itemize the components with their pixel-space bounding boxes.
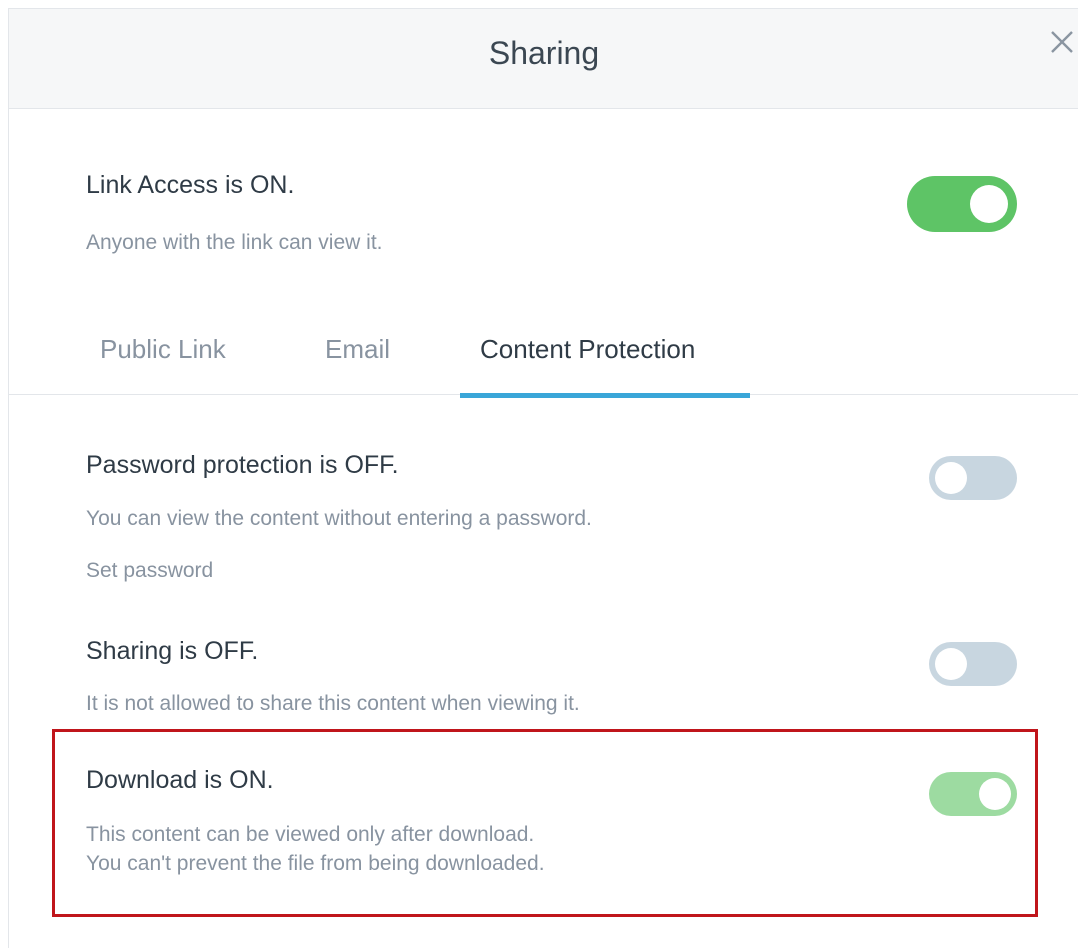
toggle-knob <box>935 648 967 680</box>
password-protection-title: Password protection is OFF. <box>86 451 399 479</box>
dialog-title: Sharing <box>488 35 600 71</box>
close-button[interactable] <box>1047 27 1077 57</box>
sharing-subtitle: It is not allowed to share this content … <box>86 692 580 715</box>
sharing-title: Sharing is OFF. <box>86 637 259 665</box>
tab-content-protection[interactable]: Content Protection <box>480 334 695 365</box>
sharing-toggle[interactable] <box>929 642 1017 686</box>
set-password-link[interactable]: Set password <box>86 559 213 583</box>
link-access-title: Link Access is ON. <box>86 171 295 199</box>
close-icon <box>1051 31 1073 53</box>
link-access-subtitle: Anyone with the link can view it. <box>86 231 383 254</box>
password-protection-subtitle: You can view the content without enterin… <box>86 507 592 530</box>
password-protection-toggle[interactable] <box>929 456 1017 500</box>
tab-email[interactable]: Email <box>325 334 390 365</box>
active-tab-indicator <box>460 393 750 398</box>
toggle-knob <box>970 185 1008 223</box>
dialog-header: Sharing <box>9 9 1078 109</box>
toggle-knob <box>935 462 967 494</box>
tab-public-link[interactable]: Public Link <box>100 334 226 365</box>
link-access-toggle[interactable] <box>907 176 1017 232</box>
highlight-box <box>52 729 1038 917</box>
